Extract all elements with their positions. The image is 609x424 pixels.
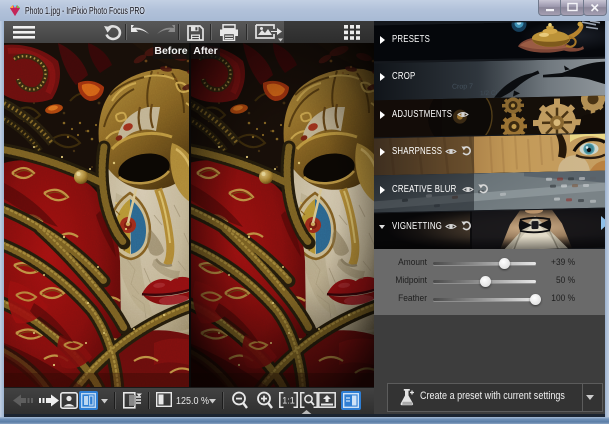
svg-text:1:1: 1:1 bbox=[282, 396, 295, 406]
